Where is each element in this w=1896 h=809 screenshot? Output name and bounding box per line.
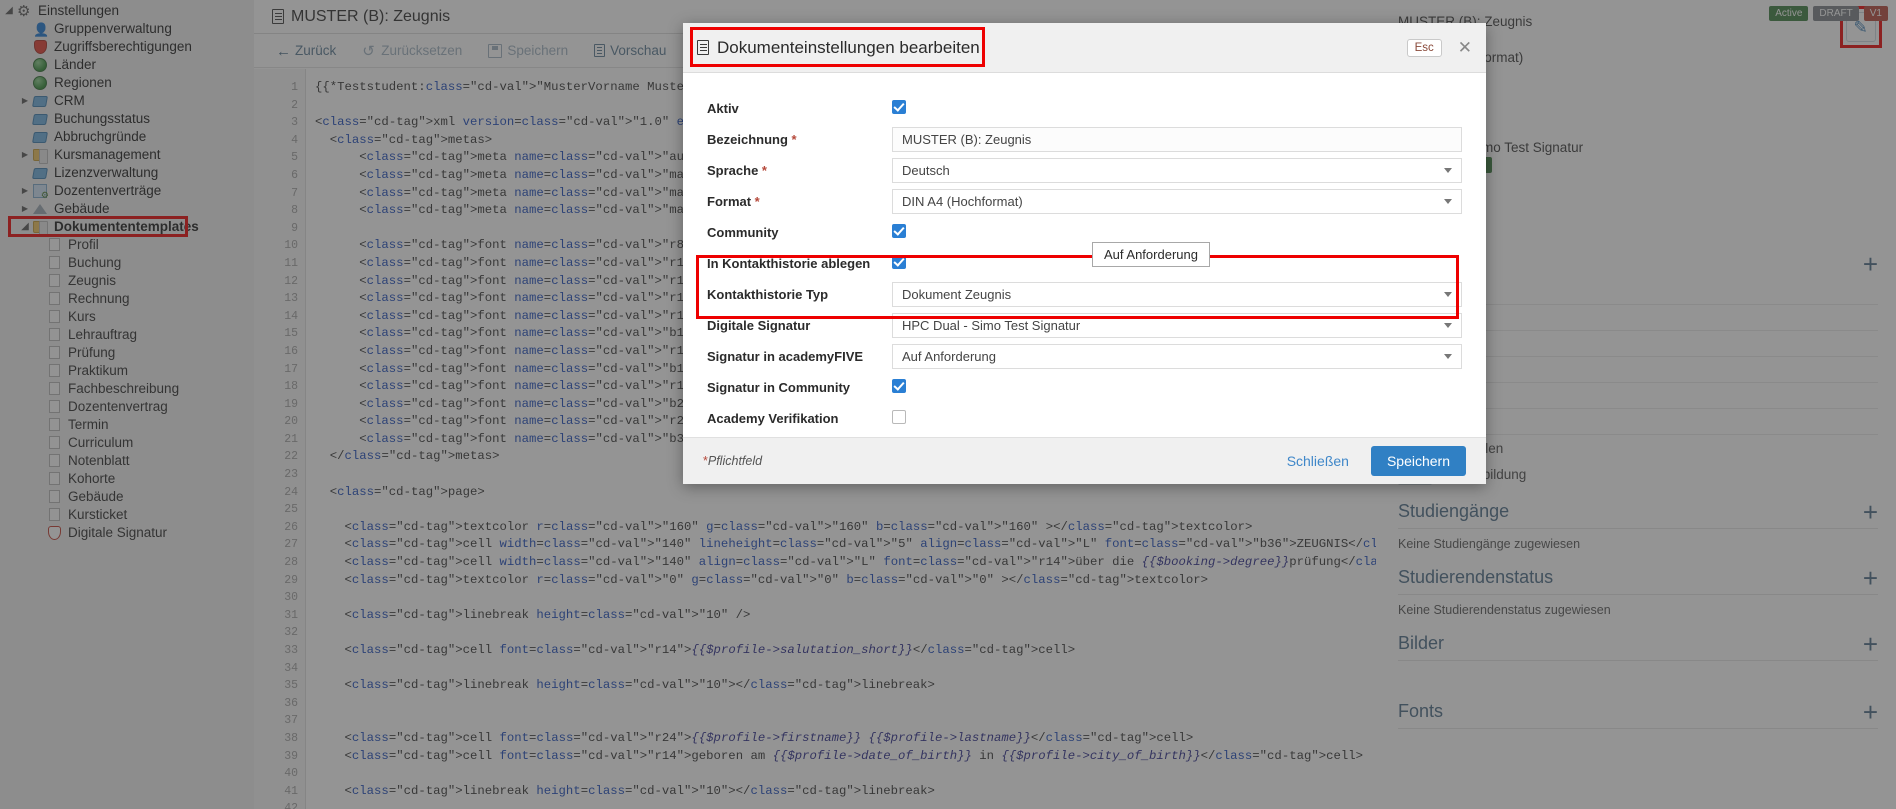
- select-value: HPC Dual - Simo Test Signatur: [902, 318, 1080, 333]
- select-signatur-in-academyfive[interactable]: Auf Anforderung: [892, 344, 1462, 369]
- esc-button[interactable]: Esc: [1407, 39, 1442, 57]
- checkbox-aktiv[interactable]: [892, 100, 906, 114]
- form-row-sprache: Sprache * Deutsch: [707, 155, 1462, 186]
- app-root: EinstellungenGruppenverwaltungZugriffsbe…: [0, 0, 1896, 809]
- dialog-title-highlight: [690, 27, 985, 67]
- field-control-signatur-in-academyfive: Auf Anforderung: [892, 344, 1462, 369]
- field-label-signatur-in-academyfive: Signatur in academyFIVE: [707, 349, 892, 364]
- chevron-down-icon: [1444, 354, 1452, 359]
- close-button[interactable]: Schließen: [1279, 449, 1357, 473]
- field-control-format: DIN A4 (Hochformat): [892, 189, 1462, 214]
- form-row-digitale-signatur: Digitale Signatur HPC Dual - Simo Test Si…: [707, 310, 1462, 341]
- form-row-community: Community: [707, 217, 1462, 248]
- form-row-format: Format * DIN A4 (Hochformat): [707, 186, 1462, 217]
- field-control-kontakthistorie-typ: Dokument Zeugnis: [892, 282, 1462, 307]
- chevron-down-icon: [1444, 323, 1452, 328]
- chevron-down-icon: [1444, 292, 1452, 297]
- field-control-signatur-in-community: [892, 379, 1462, 396]
- chevron-down-icon: [1444, 199, 1452, 204]
- required-star: *: [751, 194, 760, 209]
- select-kontakthistorie-typ[interactable]: Dokument Zeugnis: [892, 282, 1462, 307]
- document-icon: [697, 40, 709, 55]
- field-label-format: Format *: [707, 194, 892, 209]
- form-row-aktiv: Aktiv: [707, 93, 1462, 124]
- checkbox-kontakthistorie-ablegen[interactable]: [892, 255, 906, 269]
- required-star: *: [788, 132, 797, 147]
- field-control-community: [892, 224, 1462, 241]
- settings-form: Aktiv Bezeichnung * Sprache * Deutsch Format…: [707, 93, 1462, 434]
- select-value: Deutsch: [902, 163, 950, 178]
- required-star: *: [758, 163, 767, 178]
- form-row-signatur-in-academyfive: Signatur in academyFIVE Auf Anforderung: [707, 341, 1462, 372]
- field-control-sprache: Deutsch: [892, 158, 1462, 183]
- save-button[interactable]: Speichern: [1371, 446, 1466, 476]
- form-row-kontakthistorie-typ: Kontakthistorie Typ Dokument Zeugnis: [707, 279, 1462, 310]
- field-control-digitale-signatur: HPC Dual - Simo Test Signatur: [892, 313, 1462, 338]
- field-control-aktiv: [892, 100, 1462, 117]
- field-label-academy-verifikation: Academy Verifikation: [707, 411, 892, 426]
- dialog-footer-buttons: Schließen Speichern: [1279, 446, 1466, 476]
- close-icon[interactable]: ✕: [1458, 40, 1472, 56]
- form-row-signatur-in-community: Signatur in Community: [707, 372, 1462, 403]
- dialog-header-actions: Esc ✕: [1407, 39, 1472, 57]
- select-digitale-signatur[interactable]: HPC Dual - Simo Test Signatur: [892, 313, 1462, 338]
- checkbox-signatur-in-community[interactable]: [892, 379, 906, 393]
- field-label-kontakthistorie-ablegen: In Kontakthistorie ablegen: [707, 256, 892, 271]
- field-label-sprache: Sprache *: [707, 163, 892, 178]
- form-row-bezeichnung: Bezeichnung *: [707, 124, 1462, 155]
- document-settings-dialog: Dokumenteinstellungen bearbeiten Esc ✕ A…: [683, 23, 1486, 484]
- form-row-kontakthistorie-ablegen: In Kontakthistorie ablegen: [707, 248, 1462, 279]
- checkbox-community[interactable]: [892, 224, 906, 238]
- chevron-down-icon: [1444, 168, 1452, 173]
- dialog-footer: *Pflichtfeld Schließen Speichern: [683, 437, 1486, 484]
- field-label-digitale-signatur: Digitale Signatur: [707, 318, 892, 333]
- dialog-header: Dokumenteinstellungen bearbeiten Esc ✕: [683, 23, 1486, 73]
- field-label-bezeichnung: Bezeichnung *: [707, 132, 892, 147]
- dialog-body: Aktiv Bezeichnung * Sprache * Deutsch Format…: [683, 73, 1486, 437]
- field-label-kontakthistorie-typ: Kontakthistorie Typ: [707, 287, 892, 302]
- field-label-signatur-in-community: Signatur in Community: [707, 380, 892, 395]
- field-control-academy-verifikation: [892, 410, 1462, 427]
- select-value: Auf Anforderung: [902, 349, 996, 364]
- field-control-bezeichnung: [892, 127, 1462, 152]
- input-bezeichnung[interactable]: [892, 127, 1462, 152]
- select-format[interactable]: DIN A4 (Hochformat): [892, 189, 1462, 214]
- select-value: Dokument Zeugnis: [902, 287, 1011, 302]
- field-label-aktiv: Aktiv: [707, 101, 892, 116]
- required-note-text: Pflichtfeld: [708, 454, 762, 468]
- required-field-note: *Pflichtfeld: [703, 454, 762, 468]
- select-tooltip: Auf Anforderung: [1092, 242, 1210, 267]
- select-value: DIN A4 (Hochformat): [902, 194, 1023, 209]
- select-sprache[interactable]: Deutsch: [892, 158, 1462, 183]
- field-label-community: Community: [707, 225, 892, 240]
- form-row-academy-verifikation: Academy Verifikation: [707, 403, 1462, 434]
- checkbox-academy-verifikation[interactable]: [892, 410, 906, 424]
